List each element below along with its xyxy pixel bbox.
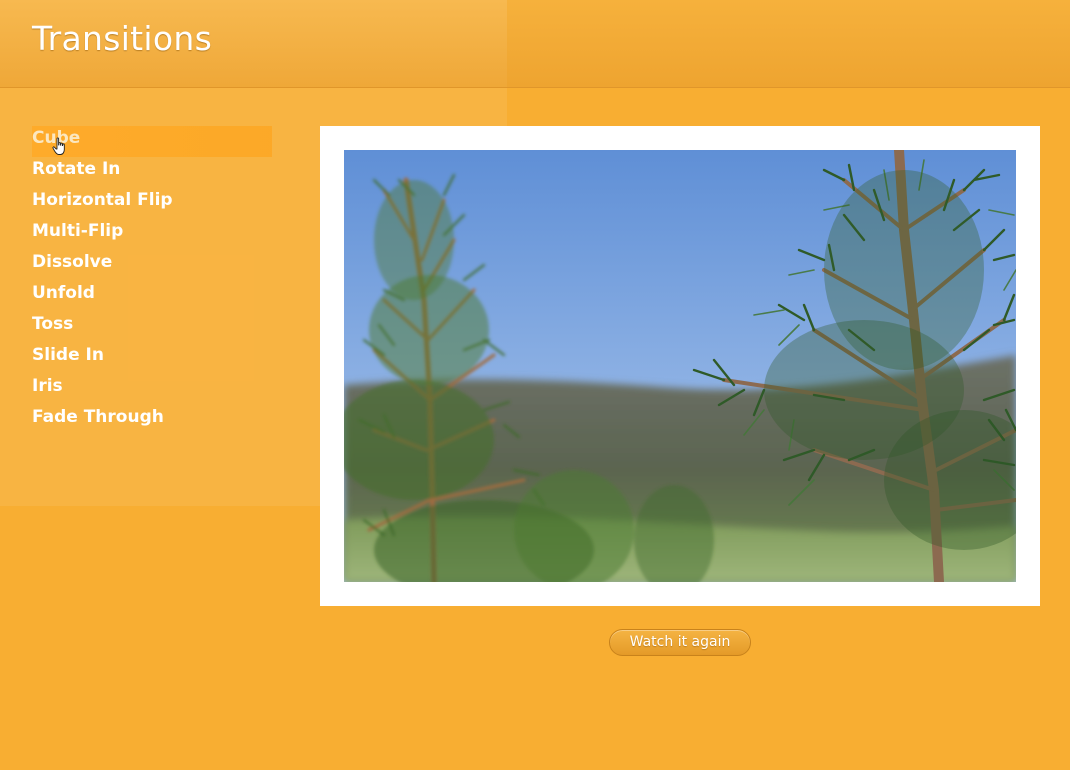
watch-again-button[interactable]: Watch it again	[609, 629, 751, 656]
sidebar-item-dissolve[interactable]: Dissolve	[32, 250, 272, 281]
sidebar-item-cube[interactable]: Cube	[32, 126, 272, 157]
preview-frame	[320, 126, 1040, 606]
pine-tree-image	[344, 150, 1016, 582]
sidebar-item-toss[interactable]: Toss	[32, 312, 272, 343]
sidebar-item-fade-through[interactable]: Fade Through	[32, 405, 272, 436]
hand-pointer-icon	[52, 137, 65, 155]
pine-tree-photo	[344, 150, 1016, 582]
sidebar-item-unfold[interactable]: Unfold	[32, 281, 272, 312]
page-title: Transitions	[32, 19, 213, 58]
transition-list: Cube Rotate In Horizontal Flip Multi-Fli…	[32, 126, 272, 436]
sidebar-item-multi-flip[interactable]: Multi-Flip	[32, 219, 272, 250]
header-bar: Transitions	[0, 0, 1070, 88]
sidebar-item-rotate-in[interactable]: Rotate In	[32, 157, 272, 188]
sidebar-item-slide-in[interactable]: Slide In	[32, 343, 272, 374]
sidebar-item-iris[interactable]: Iris	[32, 374, 272, 405]
sidebar-item-horizontal-flip[interactable]: Horizontal Flip	[32, 188, 272, 219]
